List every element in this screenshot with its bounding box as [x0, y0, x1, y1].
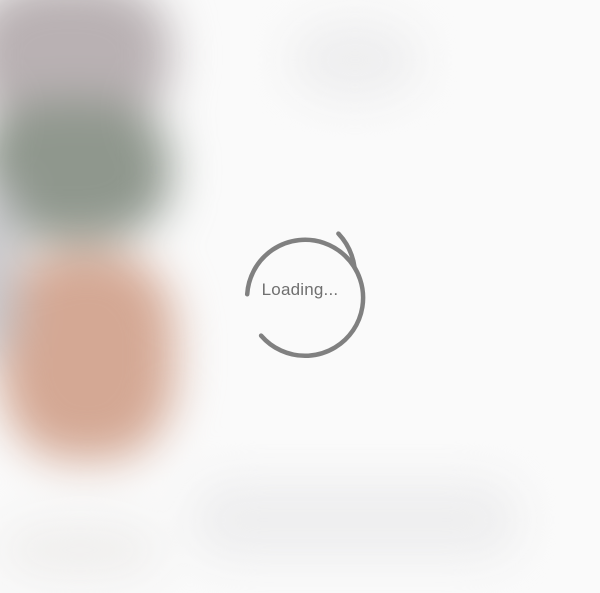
loading-label: Loading...	[261, 280, 339, 299]
loading-screen: Loading...	[0, 0, 600, 593]
blurred-footer-bar	[190, 480, 520, 560]
blurred-image-bottom	[0, 250, 175, 460]
blurred-footer-left	[0, 520, 160, 580]
loading-spinner: Loading...	[240, 228, 372, 360]
blurred-header	[290, 20, 420, 100]
blurred-image-middle	[0, 100, 170, 240]
